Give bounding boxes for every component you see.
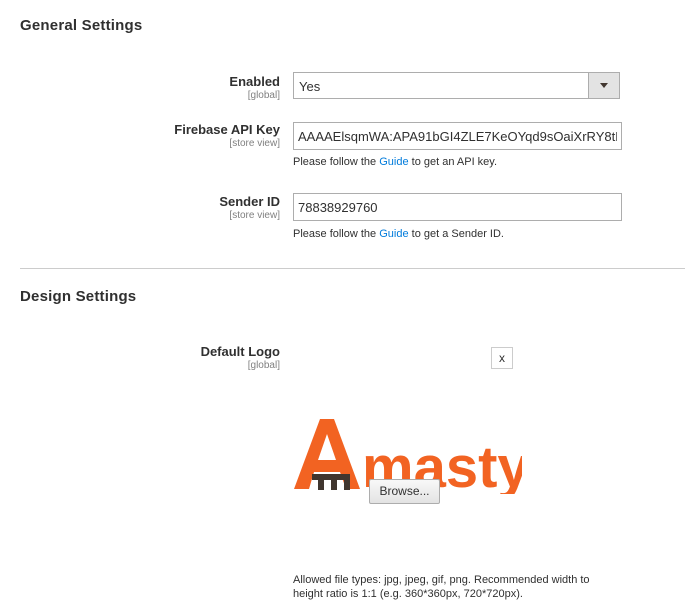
api-key-note: Please follow the Guide to get an API ke… — [293, 156, 497, 168]
enabled-select-toggle[interactable] — [588, 73, 619, 98]
chevron-down-icon — [600, 83, 608, 88]
api-key-label: Firebase API Key [store view] — [174, 122, 280, 150]
sender-id-scope: [store view] — [229, 210, 280, 221]
sender-id-guide-link[interactable]: Guide — [379, 228, 408, 240]
api-key-label-text: Firebase API Key — [174, 122, 280, 137]
api-key-scope: [store view] — [229, 138, 280, 149]
api-key-note-suffix: to get an API key. — [408, 156, 498, 168]
sender-id-note-suffix: to get a Sender ID. — [408, 228, 504, 240]
enabled-label-text: Enabled — [229, 74, 280, 89]
default-logo-label: Default Logo [global] — [201, 344, 280, 372]
section-divider — [20, 268, 685, 269]
sender-id-label-text: Sender ID — [219, 194, 280, 209]
sender-id-note-prefix: Please follow the — [293, 228, 380, 240]
browse-button[interactable]: Browse... — [369, 479, 440, 504]
default-logo-label-text: Default Logo — [200, 344, 280, 359]
design-settings-title: Design Settings — [20, 288, 137, 305]
sender-id-note: Please follow the Guide to get a Sender … — [293, 228, 504, 240]
default-logo-scope: [global] — [247, 360, 280, 371]
api-key-guide-link[interactable]: Guide — [379, 156, 408, 168]
enabled-label: Enabled [global] — [229, 74, 280, 102]
sender-id-label: Sender ID [store view] — [219, 194, 280, 222]
api-key-input[interactable] — [293, 122, 622, 150]
api-key-note-prefix: Please follow the — [293, 156, 380, 168]
allowed-file-types-note: Allowed file types: jpg, jpeg, gif, png.… — [293, 574, 590, 600]
sender-id-input[interactable] — [293, 193, 622, 221]
general-settings-title: General Settings — [20, 17, 143, 34]
delete-logo-button[interactable]: x — [491, 347, 513, 369]
enabled-select-value: Yes — [299, 79, 321, 94]
enabled-select[interactable]: Yes — [293, 72, 620, 99]
enabled-scope: [global] — [247, 90, 280, 101]
